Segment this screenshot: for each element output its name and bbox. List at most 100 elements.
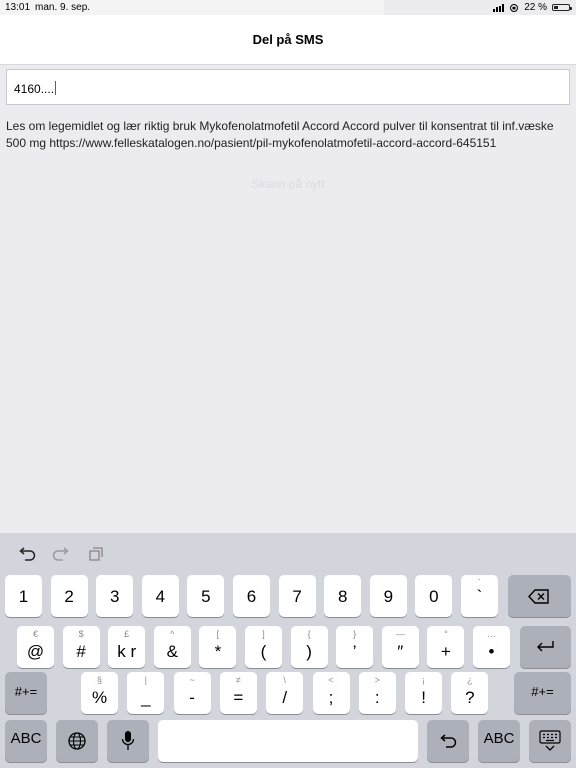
globe-key[interactable] xyxy=(56,720,98,762)
row3-key-alt-label: ~ xyxy=(189,675,195,685)
row3-key-6[interactable]: <; xyxy=(312,672,350,714)
row3-key-alt-label: > xyxy=(374,675,380,685)
row1-key-label: 9 xyxy=(383,587,394,606)
row1-key-10[interactable]: 0 xyxy=(415,575,453,617)
row2-key-1[interactable]: € @ xyxy=(17,626,54,668)
row2-key-label: • xyxy=(488,642,495,661)
symbols-key-left[interactable]: #+= xyxy=(5,672,47,714)
row2-key-label: ( xyxy=(260,642,267,661)
redo-icon[interactable] xyxy=(52,547,70,561)
row2-key-label: k r xyxy=(117,642,137,661)
row2-key-alt-label: ] xyxy=(262,629,265,639)
row3-key-4[interactable]: ≠ = xyxy=(219,672,257,714)
battery-percent: 22 % xyxy=(524,2,547,13)
row3-key-label: - xyxy=(189,688,195,707)
row1-key-label: 8 xyxy=(337,587,348,606)
return-key[interactable] xyxy=(520,626,571,668)
row2-key-alt-label: } xyxy=(353,629,357,639)
row1-key-label: 2 xyxy=(64,587,74,606)
row2-key-8[interactable]: }’ xyxy=(336,626,374,668)
row3-key-3[interactable]: ~ - xyxy=(173,672,211,714)
status-date: man. 9. sep. xyxy=(35,2,91,13)
row2-key-4[interactable]: ^ & xyxy=(153,626,191,668)
row2-key-3[interactable]: £ k r xyxy=(108,626,146,668)
row3-key-9[interactable]: ¿? xyxy=(451,672,489,714)
row2-key-alt-label: ^ xyxy=(170,629,175,639)
row2-key-11[interactable]: … • xyxy=(473,626,510,668)
row1-key-8[interactable]: 8 xyxy=(324,575,362,617)
row3-key-label: ! xyxy=(421,688,426,707)
row3-key-8[interactable]: ¡! xyxy=(405,672,443,714)
row2-key-6[interactable]: ]( xyxy=(245,626,282,668)
row3-key-label: _ xyxy=(141,688,151,707)
row3-key-5[interactable]: \ / xyxy=(266,672,304,714)
space-key[interactable] xyxy=(158,720,418,762)
navigation-bar: Del på SMS xyxy=(0,15,576,65)
row3-key-alt-label: | xyxy=(144,675,147,685)
row3-key-7[interactable]: >: xyxy=(358,672,396,714)
dictation-key[interactable] xyxy=(107,720,149,762)
page-title: Del på SMS xyxy=(252,32,324,47)
row2-key-label: * xyxy=(214,642,222,661)
row1-key-label: 3 xyxy=(109,587,120,606)
row1-key-label: 5 xyxy=(201,587,211,606)
row3-key-1[interactable]: §% xyxy=(81,672,118,714)
row1-key-label: 1 xyxy=(18,587,29,606)
row3-key-alt-label: ¡ xyxy=(422,675,426,685)
row3-key-label: / xyxy=(282,688,288,707)
row1-key-2[interactable]: 2 xyxy=(50,575,88,617)
row2-key-label: & xyxy=(166,642,178,661)
abc-key-left[interactable]: ABC xyxy=(5,720,47,762)
row1-key-7[interactable]: 7 xyxy=(278,575,316,617)
row1-key-11[interactable]: ´ ` xyxy=(461,575,498,617)
sms-message-text: Les om legemidlet og lær riktig bruk Myk… xyxy=(6,119,554,150)
microphone-icon xyxy=(121,731,135,750)
status-bar: 13:01 man. 9. sep. 22 % xyxy=(0,0,576,15)
undo-icon[interactable] xyxy=(18,547,36,561)
row2-key-2[interactable]: $ # xyxy=(62,626,100,668)
row3-key-label: ? xyxy=(465,688,475,707)
undo-key[interactable] xyxy=(427,720,469,762)
orientation-lock-icon xyxy=(510,3,519,12)
code-input[interactable]: 4160.... xyxy=(6,69,570,105)
abc-key-right[interactable]: ABC xyxy=(478,720,520,762)
paste-icon[interactable] xyxy=(88,546,104,562)
on-screen-keyboard: 1 2 3 4 5 6 7 8 9 0 ´ ` € @ $ # £ k r ^ &[*]({)}’ — ″ ° +… • §%… xyxy=(0,533,576,768)
row2-key-7[interactable]: {) xyxy=(290,626,328,668)
row3-key-alt-label: § xyxy=(96,675,102,685)
status-time: 13:01 xyxy=(5,2,31,13)
row2-key-10[interactable]: ° + xyxy=(427,626,465,668)
hide-keyboard-key[interactable] xyxy=(529,720,571,762)
row2-key-alt-label: [ xyxy=(216,629,220,639)
row2-key-label: ’ xyxy=(352,642,357,661)
undo-icon xyxy=(440,734,457,748)
scan-again-button[interactable]: Skann på nytt xyxy=(0,177,576,191)
row1-key-6[interactable]: 6 xyxy=(233,575,270,617)
code-input-value: 4160.... xyxy=(14,81,57,96)
row1-key-4[interactable]: 4 xyxy=(141,575,179,617)
row2-key-9[interactable]: — ″ xyxy=(381,626,419,668)
row3-key-label: = xyxy=(233,688,244,707)
row3-key-2[interactable]: | _ xyxy=(127,672,165,714)
row1-key-label: 4 xyxy=(155,587,166,606)
row2-key-alt-label: $ xyxy=(78,629,84,639)
row2-key-alt-label: … xyxy=(487,629,496,639)
row2-key-label: ″ xyxy=(397,642,404,661)
row1-key-5[interactable]: 5 xyxy=(187,575,225,617)
row3-key-label: % xyxy=(91,688,108,707)
row2-key-alt-label: — xyxy=(395,629,405,639)
keyboard-dismiss-icon xyxy=(539,730,561,751)
backspace-key[interactable] xyxy=(508,575,571,617)
row1-key-3[interactable]: 3 xyxy=(96,575,134,617)
row3-key-label: ; xyxy=(328,688,334,707)
row1-key-label: 7 xyxy=(292,587,302,606)
row3-key-label: : xyxy=(374,688,380,707)
row3-key-alt-label: \ xyxy=(283,675,286,685)
row2-key-label: + xyxy=(440,642,451,661)
row1-key-9[interactable]: 9 xyxy=(369,575,407,617)
row3-key-alt-label: ≠ xyxy=(235,675,241,685)
row1-key-label: 6 xyxy=(246,587,257,606)
symbols-key-right[interactable]: #+= xyxy=(514,672,571,714)
row2-key-5[interactable]: [* xyxy=(199,626,237,668)
row1-key-1[interactable]: 1 xyxy=(5,575,42,617)
